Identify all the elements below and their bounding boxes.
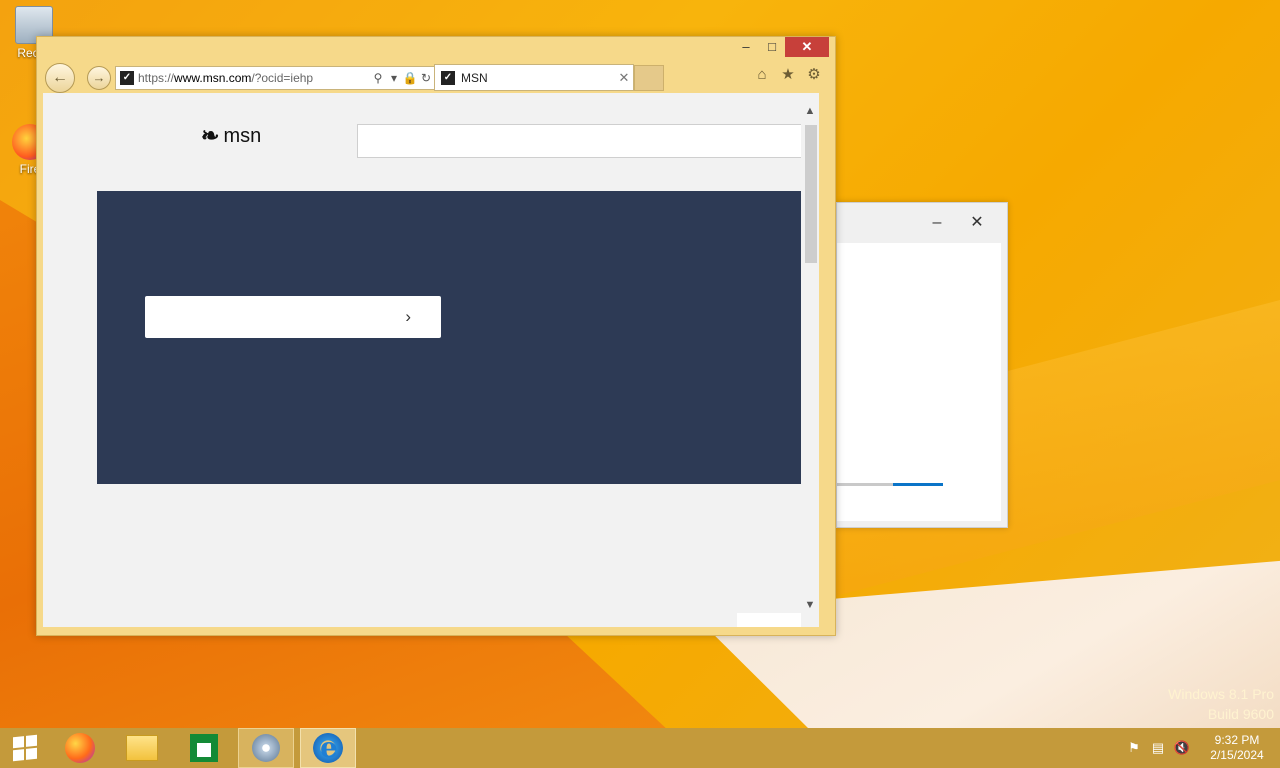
dropdown-arrow-icon[interactable]: ▾ bbox=[386, 71, 402, 85]
progress-fill bbox=[893, 483, 943, 486]
internet-explorer-window[interactable]: – □ ✕ ← → ✓ https://www.msn.com/?ocid=ie… bbox=[36, 36, 836, 636]
taskbar: ⚑ ▤ 🔇 9:32 PM 2/15/2024 bbox=[0, 728, 1280, 768]
minimize-button[interactable]: – bbox=[733, 37, 759, 57]
msn-logo[interactable]: ❧ msn bbox=[201, 123, 261, 149]
scroll-up-icon[interactable]: ▲ bbox=[801, 103, 819, 119]
system-tray: ⚑ ▤ 🔇 9:32 PM 2/15/2024 bbox=[1122, 728, 1280, 768]
scroll-down-icon[interactable]: ▼ bbox=[801, 597, 819, 613]
close-button[interactable]: ✕ bbox=[785, 37, 829, 57]
msn-favicon-icon: ✓ bbox=[120, 71, 134, 85]
home-icon[interactable]: ⌂ bbox=[753, 66, 771, 84]
scroll-thumb[interactable] bbox=[805, 125, 817, 263]
close-button[interactable]: ✕ bbox=[967, 213, 987, 233]
folder-icon bbox=[126, 735, 158, 761]
url-path: /?ocid=iehp bbox=[251, 71, 314, 85]
taskbar-store[interactable] bbox=[176, 728, 232, 768]
windows-logo-icon bbox=[13, 734, 37, 762]
maximize-button[interactable]: □ bbox=[759, 37, 785, 57]
msn-favicon-icon: ✓ bbox=[441, 70, 455, 85]
caption-buttons: – □ ✕ bbox=[733, 37, 829, 59]
taskbar-file-explorer[interactable] bbox=[114, 728, 170, 768]
clock[interactable]: 9:32 PM 2/15/2024 bbox=[1194, 733, 1280, 763]
page-content: ❧ msn › ▲ ▼ bbox=[43, 93, 819, 627]
chevron-right-icon: › bbox=[405, 307, 411, 326]
navigation-bar: ← → ✓ https://www.msn.com/?ocid=iehp ⚲ ▾… bbox=[43, 61, 829, 93]
taskbar-internet-explorer[interactable] bbox=[300, 728, 356, 768]
minimize-button[interactable]: – bbox=[927, 213, 947, 233]
arrow-right-icon: → bbox=[92, 70, 106, 85]
start-button[interactable] bbox=[0, 728, 50, 768]
butterfly-icon: ❧ bbox=[201, 123, 220, 148]
firefox-icon bbox=[65, 733, 95, 763]
url-domain: www.msn.com bbox=[174, 71, 252, 85]
logo-text: msn bbox=[223, 124, 262, 147]
star-icon[interactable]: ★ bbox=[779, 66, 797, 84]
gear-icon[interactable]: ⚙ bbox=[805, 66, 823, 84]
internet-explorer-icon bbox=[313, 731, 343, 764]
network-icon[interactable]: ▤ bbox=[1149, 739, 1167, 757]
url-scheme: https:// bbox=[138, 71, 175, 85]
feedback-tab[interactable] bbox=[737, 613, 811, 627]
toolbar-right: ⌂ ★ ⚙ bbox=[753, 66, 823, 84]
forward-button[interactable]: → bbox=[87, 66, 111, 90]
taskbar-firefox[interactable] bbox=[52, 728, 108, 768]
taskbar-disc-app[interactable] bbox=[238, 728, 294, 768]
watermark-build: Build 9600 bbox=[1207, 706, 1274, 722]
store-icon bbox=[190, 734, 218, 762]
watermark-edition: Windows 8.1 Pro bbox=[1168, 686, 1274, 702]
address-bar[interactable]: ✓ https://www.msn.com/?ocid=iehp ⚲ ▾ 🔒 ↻ bbox=[115, 66, 435, 90]
progress-bar bbox=[837, 483, 943, 486]
hero-button[interactable]: › bbox=[145, 296, 441, 338]
background-window[interactable]: – ✕ bbox=[836, 202, 1008, 528]
window-content bbox=[837, 243, 1001, 521]
back-button[interactable]: ← bbox=[45, 63, 75, 93]
new-tab-button[interactable] bbox=[634, 65, 664, 91]
close-tab-icon[interactable]: ✕ bbox=[615, 70, 633, 86]
clock-date: 2/15/2024 bbox=[1210, 748, 1264, 762]
tab-title: MSN bbox=[461, 70, 488, 85]
refresh-icon[interactable]: ↻ bbox=[418, 71, 434, 85]
address-url[interactable]: https://www.msn.com/?ocid=iehp bbox=[138, 71, 370, 85]
volume-muted-icon[interactable]: 🔇 bbox=[1173, 739, 1191, 757]
lock-icon[interactable]: 🔒 bbox=[402, 71, 418, 85]
tab-msn[interactable]: ✓ MSN ✕ bbox=[434, 64, 634, 91]
windows-watermark: Windows 8.1 Pro Build 9600 bbox=[1168, 684, 1274, 724]
arrow-left-icon: ← bbox=[52, 69, 68, 86]
window-titlebar[interactable]: – ✕ bbox=[837, 203, 1007, 243]
vertical-scrollbar[interactable]: ▲ ▼ bbox=[801, 93, 819, 627]
search-icon[interactable]: ⚲ bbox=[370, 71, 386, 85]
flag-icon[interactable]: ⚑ bbox=[1125, 739, 1143, 757]
search-input[interactable] bbox=[357, 124, 815, 158]
hero-banner: › bbox=[97, 191, 811, 484]
clock-time: 9:32 PM bbox=[1214, 733, 1260, 747]
disc-icon bbox=[252, 734, 280, 762]
